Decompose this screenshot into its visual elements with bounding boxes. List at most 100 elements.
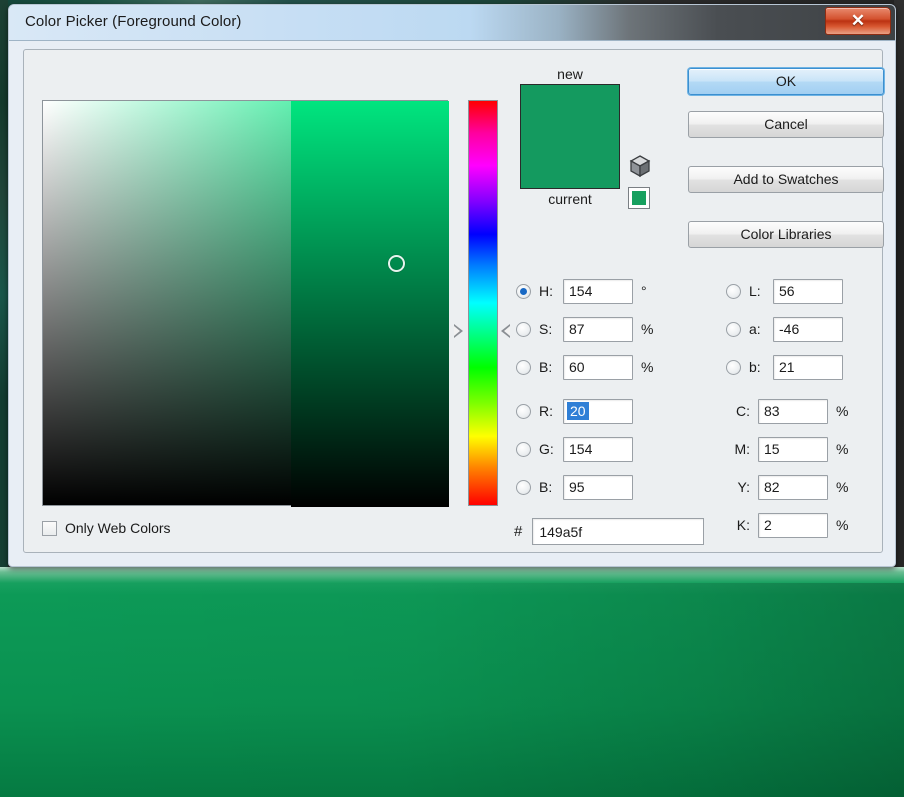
field-row-blue: B: [516,474,633,500]
input-wrap-cyan [758,398,828,424]
label-b-axis: b: [749,359,761,375]
input-red[interactable] [563,398,633,424]
input-brightness[interactable] [563,354,633,380]
field-row-lightness: L: [726,278,843,304]
field-row-a-axis: a: [726,316,843,342]
hue-slider-left-arrow-icon [454,324,463,339]
label-a-axis: a: [749,321,761,337]
input-hue[interactable] [563,278,633,304]
input-wrap-saturation [563,316,633,342]
only-web-colors-checkbox[interactable] [42,520,57,536]
color-libraries-button[interactable]: Color Libraries [688,221,884,248]
input-blue[interactable] [563,474,633,500]
field-row-black: K:% [724,512,848,538]
add-to-swatches-button[interactable]: Add to Swatches [688,166,884,193]
hex-input[interactable] [532,518,705,545]
unit-cyan: % [836,403,849,419]
hex-hash-label: # [514,523,523,540]
label-saturation: S: [539,321,553,337]
desktop-left-strip [0,0,8,567]
radio-b-axis[interactable] [726,359,741,375]
radio-brightness[interactable] [516,359,531,375]
input-yellow[interactable] [758,474,828,500]
cube-icon[interactable] [628,154,652,178]
hue-slider-right-arrow-fill-icon [504,326,510,337]
field-row-b-axis: b: [726,354,843,380]
radio-hue[interactable] [516,283,531,299]
input-magenta[interactable] [758,436,828,462]
input-wrap-a-axis [773,316,843,342]
cancel-button[interactable]: Cancel [688,111,884,138]
input-green[interactable] [563,436,633,462]
unit-yellow: % [836,479,849,495]
input-wrap-black [758,512,828,538]
hex-color-row: # [514,518,705,545]
input-wrap-b-axis [773,354,843,380]
unit-black: % [836,517,849,533]
radio-red[interactable] [516,403,531,419]
input-a-axis[interactable] [773,316,843,342]
current-color-swatch[interactable] [521,136,619,188]
radio-saturation[interactable] [516,321,531,337]
radio-green[interactable] [516,441,531,457]
unit-magenta: % [836,441,849,457]
dialog-title: Color Picker (Foreground Color) [25,13,242,30]
color-preview-area: new current [516,66,666,209]
label-black: K: [736,517,750,533]
input-saturation[interactable] [563,316,633,342]
field-row-hue: H: ° [516,278,647,304]
label-green: G: [539,441,554,457]
websafe-color-chip-fill [632,191,646,205]
document-canvas-shading [0,583,904,797]
only-web-colors-label: Only Web Colors [65,520,171,536]
color-marker-circle[interactable] [388,255,406,273]
field-row-green: G: [516,436,633,462]
label-lightness: L: [749,283,761,299]
label-hue: H: [539,283,553,299]
websafe-color-chip[interactable] [628,187,650,209]
label-brightness: B: [539,359,553,375]
input-lightness[interactable] [773,278,843,304]
color-preview-swatch[interactable] [520,84,620,189]
ok-button[interactable]: OK [688,68,884,95]
close-button[interactable]: ✕ [825,7,891,35]
label-yellow: Y: [737,479,750,495]
field-row-saturation: S:% [516,316,653,342]
input-wrap-hue [563,278,633,304]
input-wrap-lightness [773,278,843,304]
radio-a-axis[interactable] [726,321,741,337]
hue-slider[interactable] [468,100,498,506]
input-b-axis[interactable] [773,354,843,380]
radio-blue[interactable] [516,479,531,495]
gamut-warning-area [628,154,654,209]
field-row-yellow: Y:% [724,474,848,500]
unit-saturation: % [641,321,654,337]
unit-brightness: % [641,359,654,375]
input-wrap-magenta [758,436,828,462]
input-wrap-blue [563,474,633,500]
unit-hue: ° [641,283,647,299]
field-row-red: R: 20 [516,398,633,424]
saturation-brightness-field[interactable] [42,100,449,507]
dialog-titlebar[interactable]: Color Picker (Foreground Color) ✕ [9,5,895,41]
field-row-brightness: B:% [516,354,653,380]
only-web-colors-row[interactable]: Only Web Colors [42,520,171,536]
color-picker-dialog: Color Picker (Foreground Color) ✕ new cu… [8,4,896,567]
current-color-label: current [548,191,592,207]
new-color-label: new [557,66,583,82]
new-color-swatch[interactable] [521,85,619,137]
label-red: R: [539,403,553,419]
field-row-magenta: M:% [724,436,848,462]
input-wrap-yellow [758,474,828,500]
hue-slider-left-arrow-fill-icon [454,326,460,337]
close-icon: ✕ [850,11,866,30]
label-blue: B: [539,479,553,495]
field-row-cyan: C:% [724,398,848,424]
input-black[interactable] [758,512,828,538]
input-cyan[interactable] [758,398,828,424]
input-wrap-red: 20 [563,398,633,424]
radio-lightness[interactable] [726,283,741,299]
color-picker-panel: new current OK Cancel Add to Swatches Co [23,49,884,553]
hue-slider-right-arrow-icon [501,324,510,339]
input-wrap-green [563,436,633,462]
